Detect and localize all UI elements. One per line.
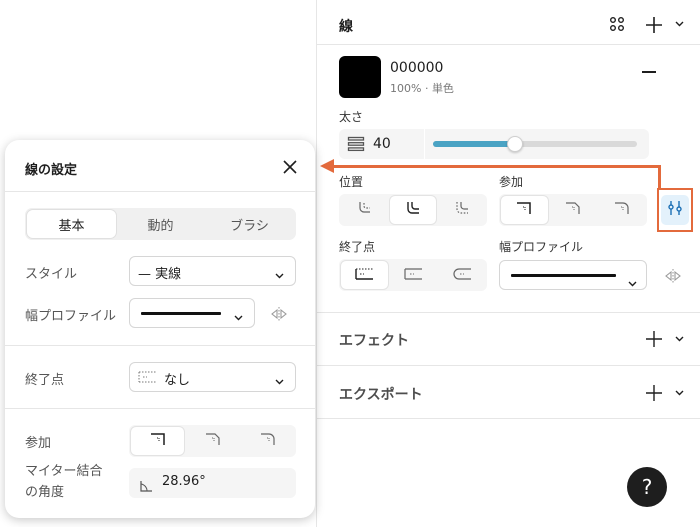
join-label: 参加	[499, 175, 524, 189]
divider	[317, 44, 700, 45]
join-round-option[interactable]	[241, 427, 294, 455]
angle-icon	[139, 477, 153, 496]
style-label: スタイル	[25, 267, 78, 282]
endpoint-value: なし	[164, 373, 191, 388]
miter-angle-label-line1: マイター結合	[25, 464, 103, 479]
join-miter-icon	[149, 431, 167, 451]
tab-brush[interactable]: ブラシ	[205, 210, 294, 238]
stroke-center-option[interactable]	[389, 196, 437, 224]
effects-section-title[interactable]: エフェクト	[339, 330, 409, 350]
cap-round-option[interactable]	[438, 261, 485, 289]
stroke-inside-option[interactable]	[341, 196, 388, 224]
grid-icon[interactable]	[607, 14, 627, 34]
width-profile-dropdown[interactable]	[499, 260, 647, 290]
chevron-down-icon	[275, 374, 284, 389]
stroke-outside-option[interactable]	[438, 196, 485, 224]
join-miter-icon	[515, 200, 533, 220]
cap-round-icon	[451, 266, 473, 285]
export-section-title[interactable]: エクスポート	[339, 384, 423, 404]
endpoint-label: 終了点	[25, 373, 65, 388]
chevron-down-icon	[234, 310, 243, 325]
cap-none-option[interactable]	[341, 261, 388, 289]
plus-icon[interactable]	[643, 14, 665, 36]
join-bevel-option[interactable]	[186, 427, 239, 455]
weight-control: 40	[339, 129, 649, 159]
help-button[interactable]: ?	[627, 467, 667, 507]
plus-icon[interactable]	[643, 328, 665, 350]
annotation-arrow-head	[320, 159, 334, 173]
cap-square-icon	[402, 266, 424, 285]
stroke-settings-dialog: 線の設定 基本 動的 ブラシ スタイル — 実線 幅プロファイル 終了点 なし	[5, 140, 315, 518]
miter-angle-value: 28.96°	[162, 474, 206, 489]
minus-icon[interactable]	[639, 62, 659, 82]
cap-square-option[interactable]	[390, 261, 437, 289]
divider	[5, 345, 315, 346]
stroke-center-icon	[405, 200, 421, 220]
stroke-section-title: 線	[339, 19, 353, 35]
join-round-option[interactable]	[598, 196, 645, 224]
join-miter-option[interactable]	[131, 427, 184, 455]
width-profile-label: 幅プロファイル	[499, 240, 584, 254]
stroke-color-meta: 100% · 単色	[390, 82, 454, 95]
style-value: — 実線	[138, 267, 182, 282]
stroke-inside-icon	[356, 200, 372, 220]
dashed-line-icon	[138, 371, 158, 387]
plus-icon[interactable]	[643, 382, 665, 404]
chevron-down-icon[interactable]	[673, 387, 685, 399]
divider	[317, 418, 700, 419]
miter-angle-input[interactable]: 28.96°	[129, 468, 296, 498]
join-label: 参加	[25, 436, 52, 451]
join-bevel-icon	[204, 431, 222, 451]
flip-icon[interactable]	[665, 268, 681, 287]
endpoint-label: 終了点	[339, 240, 376, 254]
divider	[5, 191, 315, 192]
stroke-color-hex[interactable]: 000000	[390, 60, 443, 76]
divider	[5, 408, 315, 409]
settings-sliders-icon	[667, 200, 683, 220]
join-bevel-icon	[564, 200, 582, 220]
stroke-settings-button[interactable]	[657, 188, 693, 232]
tab-basic[interactable]: 基本	[27, 210, 116, 238]
style-dropdown[interactable]: — 実線	[129, 256, 296, 286]
stroke-weight-icon	[347, 136, 365, 156]
slider-knob[interactable]	[506, 136, 523, 152]
weight-slider[interactable]	[433, 136, 637, 152]
join-round-icon	[259, 431, 277, 451]
weight-label: 太さ	[339, 110, 364, 124]
stroke-outside-icon	[454, 200, 470, 220]
join-round-icon	[613, 200, 631, 220]
join-segmented	[129, 425, 296, 457]
join-miter-option[interactable]	[501, 196, 548, 224]
endpoint-dropdown[interactable]: なし	[129, 362, 296, 392]
close-icon[interactable]	[281, 158, 299, 176]
endpoint-segmented	[339, 259, 487, 291]
chevron-down-icon[interactable]	[673, 333, 685, 345]
width-profile-label: 幅プロファイル	[25, 309, 117, 324]
divider	[317, 312, 700, 313]
properties-panel: 線 000000 100% · 単色 太さ 40 位置 参加 終了点 幅プロファ…	[316, 0, 700, 527]
chevron-down-icon[interactable]	[673, 18, 685, 30]
position-label: 位置	[339, 175, 364, 189]
stroke-join-segmented	[499, 194, 647, 226]
annotation-arrow-line	[333, 165, 660, 168]
stroke-color-swatch[interactable]	[339, 56, 381, 98]
width-profile-preview	[141, 312, 221, 315]
stroke-position-segmented	[339, 194, 487, 226]
dialog-title: 線の設定	[25, 163, 78, 178]
cap-none-icon	[353, 266, 375, 285]
chevron-down-icon	[628, 272, 637, 291]
miter-angle-label-line2: の角度	[25, 485, 65, 500]
annotation-arrow-line	[658, 165, 661, 189]
weight-input[interactable]: 40	[373, 136, 391, 152]
flip-icon[interactable]	[271, 306, 287, 325]
tab-dynamic[interactable]: 動的	[116, 210, 205, 238]
divider	[317, 365, 700, 366]
join-bevel-option[interactable]	[550, 196, 597, 224]
width-profile-preview	[511, 274, 616, 277]
width-profile-dropdown[interactable]	[129, 298, 255, 328]
dialog-tabs: 基本 動的 ブラシ	[25, 208, 296, 240]
chevron-down-icon	[275, 268, 284, 283]
miter-angle-label: マイター結合 の角度	[25, 461, 102, 503]
